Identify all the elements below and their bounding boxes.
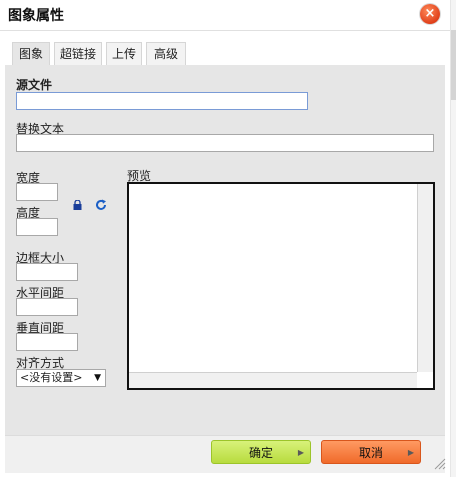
- tab-upload[interactable]: 上传: [106, 42, 142, 66]
- tab-image[interactable]: 图象: [12, 42, 50, 66]
- alt-text-input[interactable]: [16, 134, 434, 152]
- dialog-title: 图象属性: [8, 8, 64, 24]
- cancel-button[interactable]: 取消 ▶: [321, 440, 421, 464]
- dialog-titlebar[interactable]: 图象属性 ×: [0, 0, 450, 31]
- align-select[interactable]: <没有设置> ▼: [16, 369, 106, 387]
- source-label: 源文件: [16, 78, 53, 92]
- dropdown-arrow-icon: ▼: [94, 373, 101, 383]
- reset-size-icon[interactable]: [95, 199, 107, 211]
- ok-button[interactable]: 确定 ▶: [211, 440, 311, 464]
- ok-button-label: 确定: [248, 446, 273, 460]
- vspace-input[interactable]: [16, 333, 78, 351]
- hspace-input[interactable]: [16, 298, 78, 316]
- tab-advanced[interactable]: 高级: [146, 42, 186, 66]
- cancel-arrow-icon: ▶: [407, 448, 414, 457]
- align-selected-value: <没有设置>: [20, 371, 83, 384]
- resize-grip-icon[interactable]: [432, 456, 446, 470]
- close-icon: ×: [424, 6, 436, 21]
- preview-box: [127, 182, 435, 390]
- height-input[interactable]: [16, 218, 58, 236]
- preview-vertical-scrollbar[interactable]: [417, 184, 433, 372]
- image-properties-dialog: 图象属性 × 图象 超链接 上传 高级 源文件 替换文本 宽度 高度 边框大小 …: [0, 0, 450, 477]
- source-input[interactable]: [16, 92, 308, 110]
- border-input[interactable]: [16, 263, 78, 281]
- page-scrollbar-thumb[interactable]: [451, 30, 456, 100]
- lock-icon[interactable]: [73, 200, 82, 210]
- preview-horizontal-scrollbar[interactable]: [129, 372, 417, 388]
- width-input[interactable]: [16, 183, 58, 201]
- ok-arrow-icon: ▶: [297, 448, 304, 457]
- close-button[interactable]: ×: [420, 4, 440, 24]
- tab-hyperlink[interactable]: 超链接: [54, 42, 102, 66]
- cancel-button-label: 取消: [358, 446, 383, 460]
